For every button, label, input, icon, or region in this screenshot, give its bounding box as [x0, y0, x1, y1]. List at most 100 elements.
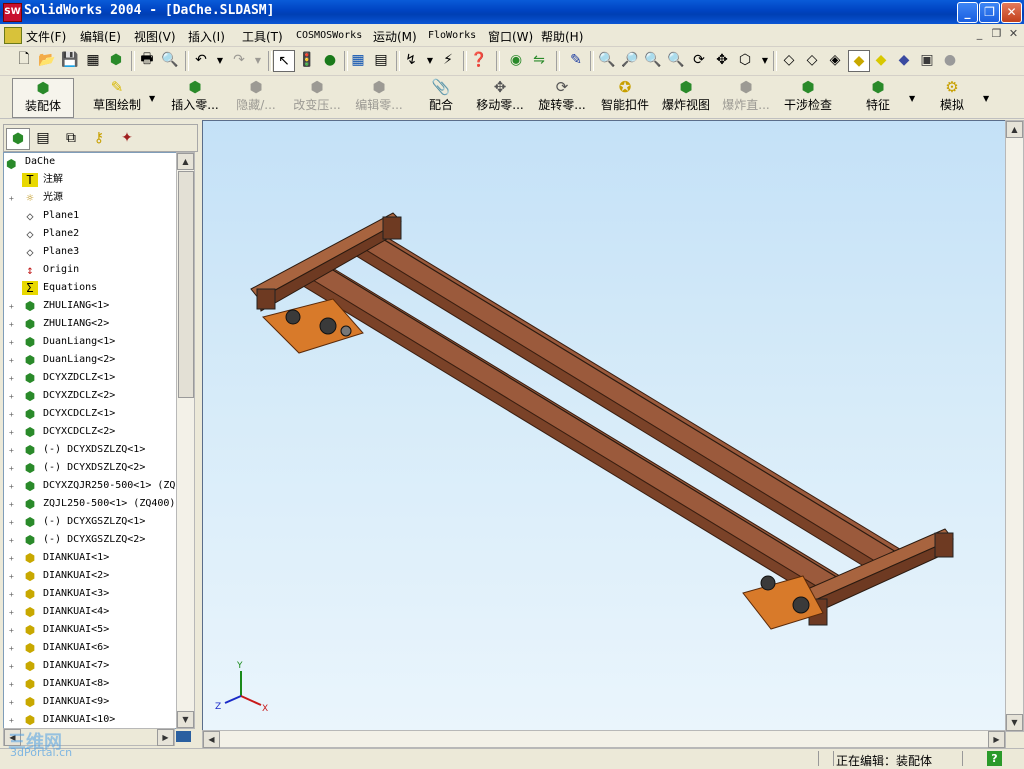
expand-icon[interactable]: + — [9, 555, 16, 563]
zoom-selection-icon[interactable]: 🔍 — [666, 50, 686, 70]
open-icon[interactable]: 📂 — [37, 50, 57, 70]
section-view-icon[interactable]: ● — [940, 50, 960, 70]
mdi-restore-button[interactable]: ❐ — [989, 27, 1004, 41]
expand-icon[interactable]: + — [9, 501, 16, 509]
panel-split-handle[interactable] — [176, 731, 191, 742]
menu-floworks[interactable]: FloWorks — [428, 30, 476, 41]
print-preview-icon[interactable]: 🔍 — [160, 50, 180, 70]
simulation-play-icon[interactable]: ⇋ — [529, 50, 549, 70]
table-icon[interactable]: ▤ — [371, 50, 391, 70]
features-button[interactable]: ⬢ 特征 — [858, 78, 898, 116]
measure-dropdown-icon[interactable]: ▼ — [420, 50, 440, 70]
scroll-right-icon[interactable]: ▶ — [988, 731, 1005, 748]
simulation-dropdown-icon[interactable]: ▼ — [983, 94, 989, 103]
expand-icon[interactable]: + — [9, 717, 16, 725]
undo-dropdown-icon[interactable]: ▼ — [210, 50, 230, 70]
edit-component-button[interactable]: ⬢ 编辑零... — [350, 78, 408, 116]
expand-icon[interactable]: + — [9, 573, 16, 581]
redo-dropdown-icon[interactable]: ▼ — [248, 50, 268, 70]
scroll-down-icon[interactable]: ▼ — [1006, 714, 1023, 731]
assembly-button[interactable]: ⬢ 装配体 — [12, 78, 74, 118]
insert-component-button[interactable]: ⬢ 插入零... — [166, 78, 224, 116]
measure-icon[interactable]: ↯ — [401, 50, 421, 70]
menu-view[interactable]: 视图(V) — [134, 28, 176, 45]
expand-icon[interactable]: + — [9, 699, 16, 707]
shaded-with-edges-icon[interactable]: ◆ — [848, 50, 870, 72]
restore-button[interactable]: ❐ — [979, 2, 1000, 23]
expand-icon[interactable]: + — [9, 681, 16, 689]
viewport-vertical-scrollbar[interactable]: ▲ ▼ — [1005, 120, 1024, 732]
simulation-button[interactable]: ⚙ 模拟 — [932, 78, 972, 116]
wireframe-icon[interactable]: ◇ — [779, 50, 799, 70]
change-suppression-button[interactable]: ⬢ 改变压... — [288, 78, 346, 116]
scroll-left-icon[interactable]: ◀ — [203, 731, 220, 748]
undo-icon[interactable]: ↶ — [191, 50, 211, 70]
shaded-icon[interactable]: ◆ — [871, 50, 891, 70]
view-orientation-icon[interactable]: ⬡ — [735, 50, 755, 70]
zoom-in-out-icon[interactable]: 🔍 — [643, 50, 663, 70]
expand-icon[interactable]: + — [9, 393, 16, 401]
traffic-light-icon[interactable]: ● — [320, 50, 340, 70]
expand-icon[interactable]: + — [9, 537, 16, 545]
expand-icon[interactable]: + — [9, 411, 16, 419]
expand-icon[interactable]: + — [9, 663, 16, 671]
shadows-icon[interactable]: ◆ — [894, 50, 914, 70]
zoom-to-fit-icon[interactable]: 🔍 — [597, 50, 617, 70]
grid-icon[interactable]: ▦ — [348, 50, 368, 70]
zoom-to-area-icon[interactable]: 🔎 — [620, 50, 640, 70]
rotate-view-icon[interactable]: ⟳ — [689, 50, 709, 70]
save-icon[interactable]: 💾 — [60, 50, 80, 70]
menu-insert[interactable]: 插入(I) — [188, 28, 225, 45]
sketch-dropdown-icon[interactable]: ▼ — [149, 94, 155, 103]
redo-icon[interactable]: ↷ — [229, 50, 249, 70]
interference-check-button[interactable]: ⬢ 干涉检查 — [780, 78, 836, 116]
sketch-button[interactable]: ✎ 草图绘制 — [86, 78, 148, 116]
hidden-lines-visible-icon[interactable]: ◇ — [802, 50, 822, 70]
expand-icon[interactable]: + — [9, 195, 16, 203]
tree-vertical-scrollbar[interactable]: ▲ ▼ — [176, 152, 195, 729]
make-assembly-icon[interactable]: ⬢ — [106, 50, 126, 70]
make-drawing-icon[interactable]: ▦ — [83, 50, 103, 70]
help-icon[interactable]: ❓ — [469, 50, 489, 70]
scroll-down-icon[interactable]: ▼ — [177, 711, 194, 728]
view-orientation-dropdown-icon[interactable]: ▼ — [755, 50, 775, 70]
viewport-horizontal-scrollbar[interactable]: ◀ ▶ — [202, 730, 1006, 748]
scroll-up-icon[interactable]: ▲ — [177, 153, 194, 170]
expand-icon[interactable]: + — [9, 609, 16, 617]
featuremanager-tab-icon[interactable]: ⬢ — [6, 128, 30, 150]
explode-line-button[interactable]: ⬢ 爆炸直... — [716, 78, 776, 116]
print-icon[interactable]: 🖶 — [137, 50, 157, 70]
configurationmanager-tab-icon[interactable]: ⧉ — [60, 128, 82, 148]
move-component-button[interactable]: ✥ 移动零... — [470, 78, 530, 116]
menu-window[interactable]: 窗口(W) — [488, 28, 533, 45]
minimize-button[interactable]: _ — [957, 2, 978, 23]
document-icon[interactable] — [4, 27, 22, 44]
scroll-thumb[interactable] — [178, 171, 194, 398]
expand-icon[interactable]: + — [9, 357, 16, 365]
dimxpert-tab-icon[interactable]: ⚷ — [88, 128, 110, 148]
expand-icon[interactable]: + — [9, 447, 16, 455]
help-status-icon[interactable]: ? — [987, 751, 1002, 766]
menu-tools[interactable]: 工具(T) — [242, 28, 283, 45]
expand-icon[interactable]: + — [9, 591, 16, 599]
perspective-icon[interactable]: ▣ — [917, 50, 937, 70]
expand-icon[interactable]: + — [9, 429, 16, 437]
expand-icon[interactable]: + — [9, 339, 16, 347]
features-dropdown-icon[interactable]: ▼ — [909, 94, 915, 103]
expand-icon[interactable]: + — [9, 321, 16, 329]
propertymanager-tab-icon[interactable]: ▤ — [32, 128, 54, 148]
expand-icon[interactable]: + — [9, 303, 16, 311]
expand-icon[interactable]: + — [9, 519, 16, 527]
expand-icon[interactable]: + — [9, 375, 16, 383]
hide-show-button[interactable]: ⬢ 隐藏/... — [228, 78, 284, 116]
new-icon[interactable]: 🗋 — [14, 50, 34, 70]
exploded-view-button[interactable]: ⬢ 爆炸视图 — [658, 78, 714, 116]
menu-help[interactable]: 帮助(H) — [541, 28, 583, 45]
expand-icon[interactable]: + — [9, 483, 16, 491]
graphics-area[interactable]: Y X Z — [202, 120, 1006, 732]
select-pointer-icon[interactable]: ↖ — [273, 50, 295, 72]
menu-motion[interactable]: 运动(M) — [373, 28, 417, 45]
scroll-right-icon[interactable]: ▶ — [157, 729, 174, 746]
mdi-close-button[interactable]: ✕ — [1006, 27, 1021, 41]
scroll-up-icon[interactable]: ▲ — [1006, 121, 1023, 138]
